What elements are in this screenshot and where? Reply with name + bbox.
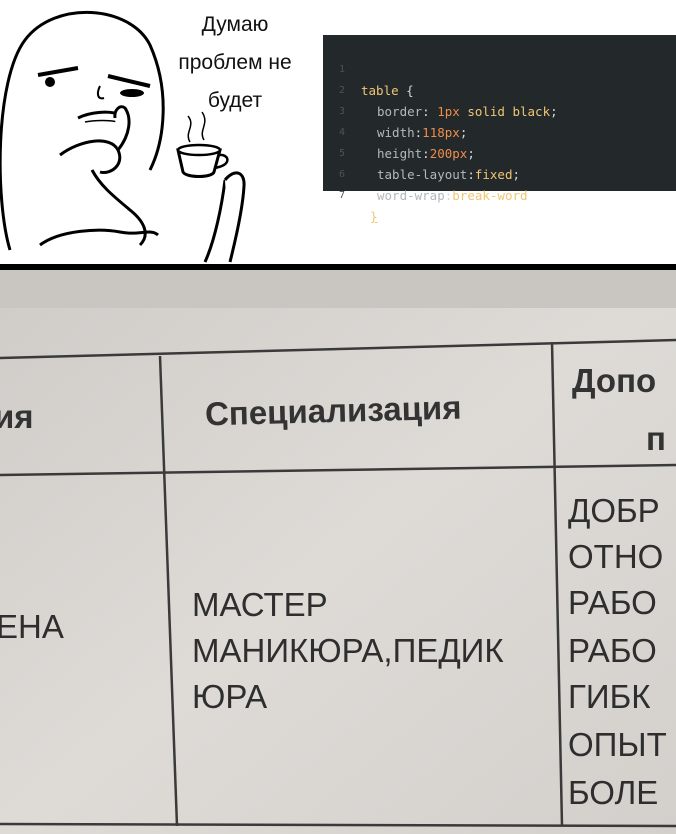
caption-line-2: проблем не — [178, 51, 292, 74]
css-number: 1px — [437, 104, 460, 119]
css-property: border — [377, 104, 423, 119]
header-additional-fragment-2: п — [646, 420, 666, 457]
caption-line-3: будет — [207, 89, 263, 112]
right-column-line-3: РАБО — [568, 584, 657, 621]
meme-top-panel: Думаю проблем не будет 1 table { 2 borde… — [0, 0, 676, 264]
header-name-fragment: ия — [0, 398, 34, 435]
meme-caption: Думаю проблем не будет — [160, 6, 310, 120]
header-specialization: Специализация — [204, 388, 462, 433]
css-property: table-layout — [377, 167, 468, 182]
css-value: break-word — [452, 188, 528, 203]
code-line: 7 } — [323, 164, 378, 224]
line-number: 7 — [338, 190, 345, 201]
caption-line-1: Думаю — [201, 13, 269, 36]
css-number: 200px — [429, 146, 468, 161]
code-line: 3 width:118px; — [323, 80, 467, 140]
code-line: 4 height:200px; — [323, 101, 475, 161]
right-column-line-2: ОТНО — [568, 538, 664, 575]
table-photo: ия Специализация Допо п ЕНА МАСТЕР МАНИК… — [0, 270, 676, 834]
css-property: height — [377, 146, 423, 161]
specialization-line-1: МАСТЕР — [192, 586, 328, 623]
code-line: 2 border: 1px solid black; — [323, 59, 558, 119]
header-additional-fragment: Допо — [572, 362, 657, 399]
css-property: width — [377, 125, 415, 140]
left-cell-fragment: ЕНА — [0, 608, 64, 645]
css-value: solid black — [459, 104, 551, 119]
right-column-line-5: ГИБК — [568, 678, 651, 715]
right-column-line-7: БОЛЕ — [568, 774, 659, 811]
right-column-line-1: ДОБР — [568, 492, 660, 529]
right-column-line-6: ОПЫТ — [568, 726, 667, 763]
right-column-line-4: РАБО — [568, 632, 657, 669]
css-value: fixed — [474, 167, 513, 182]
code-line: 1 table { — [323, 38, 414, 98]
specialization-line-2: МАНИКЮРА,ПЕДИК — [192, 632, 504, 669]
code-line: 5 table-layout:fixed; — [323, 122, 520, 182]
css-number: 118px — [422, 125, 460, 140]
css-code-block: 1 table { 2 border: 1px solid black; 3 w… — [323, 35, 676, 224]
open-brace: { — [398, 83, 414, 98]
specialization-line-3: ЮРА — [192, 678, 268, 715]
close-brace: } — [370, 209, 378, 224]
css-property: word-wrap — [377, 188, 445, 203]
code-line: 6 word-wrap:break-word — [323, 143, 528, 203]
